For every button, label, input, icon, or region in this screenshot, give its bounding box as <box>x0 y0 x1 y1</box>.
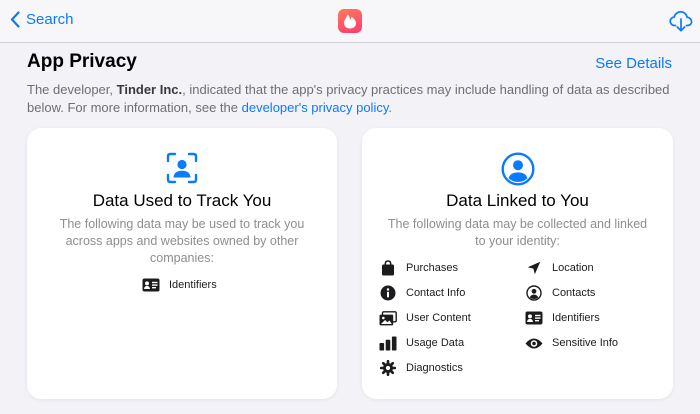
person-circle-icon <box>500 152 535 191</box>
linked-item-diagnostics: Diagnostics <box>379 360 463 376</box>
navigation-bar: Search <box>0 0 700 43</box>
linked-card-title: Data Linked to You <box>446 191 589 210</box>
linked-card[interactable]: Data Linked to You The following data ma… <box>362 128 673 399</box>
item-label: Diagnostics <box>406 362 463 374</box>
item-label: Contacts <box>552 287 596 299</box>
linked-item-identifiers: Identifiers <box>525 310 600 326</box>
developer-name: Tinder Inc. <box>116 82 183 97</box>
item-label: Usage Data <box>406 337 465 349</box>
linked-item-sensitive-info: Sensitive Info <box>525 335 618 351</box>
track-card[interactable]: Data Used to Track You The following dat… <box>27 128 337 399</box>
linked-item-usage-data: Usage Data <box>379 335 464 351</box>
gear-icon <box>379 360 397 376</box>
download-button[interactable] <box>669 10 693 37</box>
back-button[interactable]: Search <box>10 11 74 28</box>
bar-chart-icon <box>379 335 397 351</box>
shopping-bag-icon <box>379 260 397 276</box>
chevron-left-icon <box>10 11 20 28</box>
track-card-subtitle: The following data may be used to track … <box>59 217 305 265</box>
item-label: Identifiers <box>169 279 217 291</box>
linked-item-contacts: Contacts <box>525 285 595 301</box>
see-details-link[interactable]: See Details <box>595 55 672 72</box>
person-viewfinder-icon <box>166 152 198 189</box>
flame-icon <box>344 14 356 29</box>
eye-icon <box>525 335 543 351</box>
linked-item-contact-info: Contact Info <box>379 285 465 301</box>
track-item-identifiers: Identifiers <box>142 277 217 293</box>
info-circle-icon <box>379 285 397 301</box>
item-label: Purchases <box>406 262 458 274</box>
contact-circle-icon <box>525 285 543 301</box>
cloud-download-icon <box>669 10 693 32</box>
item-label: Contact Info <box>406 287 466 299</box>
linked-item-purchases: Purchases <box>379 260 458 276</box>
linked-card-subtitle: The following data may be collected and … <box>387 217 648 248</box>
privacy-policy-link[interactable]: developer's privacy policy <box>242 100 389 115</box>
description-prefix: The developer, <box>27 82 117 97</box>
photos-icon <box>379 310 397 326</box>
privacy-description: The developer, Tinder Inc., indicated th… <box>27 81 677 117</box>
app-icon <box>338 9 362 33</box>
id-card-icon <box>525 310 543 326</box>
track-card-title: Data Used to Track You <box>92 191 272 210</box>
item-label: User Content <box>406 312 471 324</box>
section-title: App Privacy <box>27 51 137 72</box>
item-label: Location <box>552 262 594 274</box>
id-card-icon <box>142 277 160 293</box>
linked-item-location: Location <box>525 260 594 276</box>
item-label: Sensitive Info <box>552 337 619 349</box>
location-arrow-icon <box>525 260 543 276</box>
back-label: Search <box>26 11 74 28</box>
description-suffix: . <box>388 100 392 115</box>
linked-item-user-content: User Content <box>379 310 471 326</box>
item-label: Identifiers <box>552 312 600 324</box>
